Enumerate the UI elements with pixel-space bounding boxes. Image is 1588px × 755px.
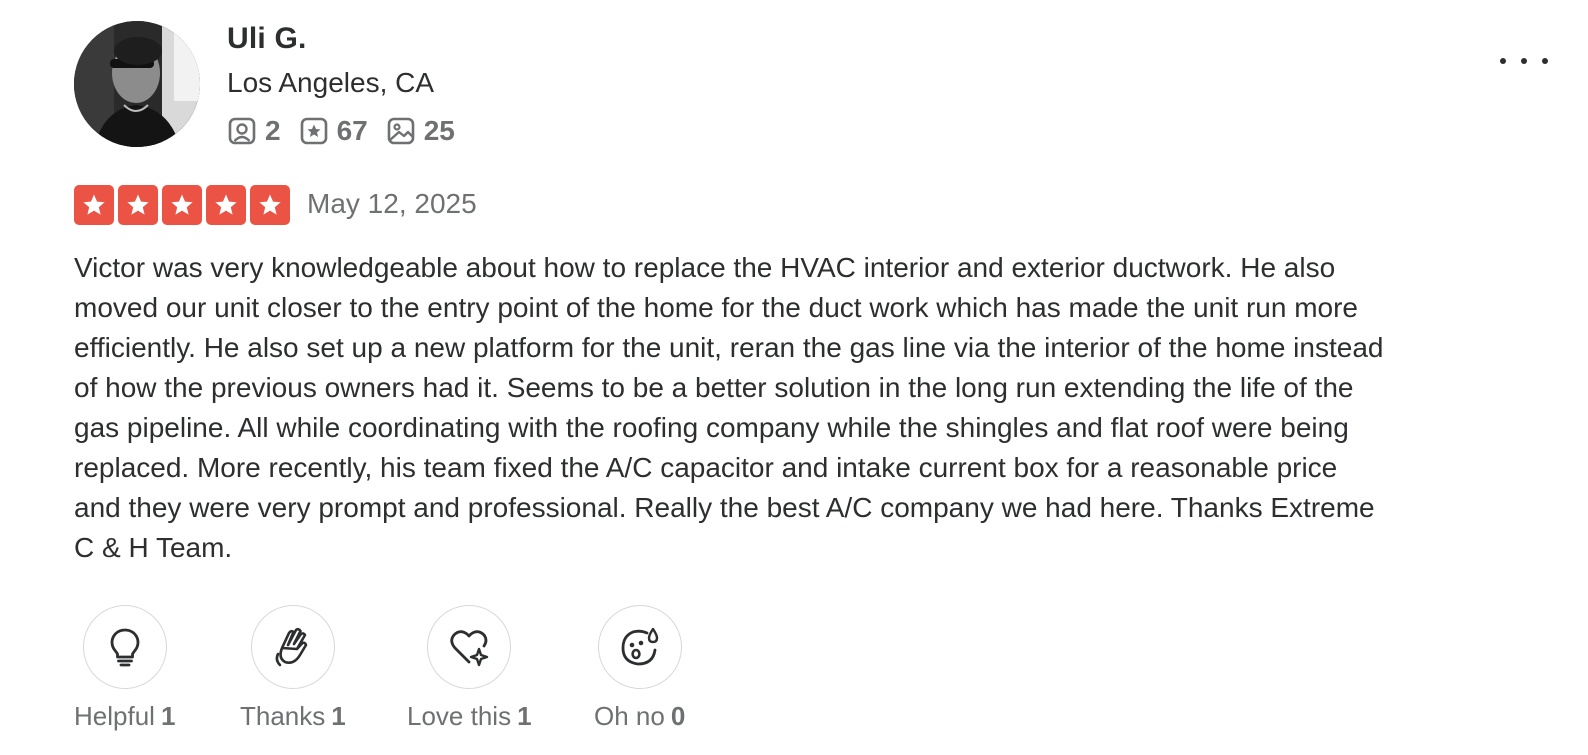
helpful-label: Helpful 1 [74, 701, 176, 731]
review-date: May 12, 2025 [307, 188, 477, 219]
lightbulb-icon [110, 628, 140, 667]
star-icon [215, 194, 237, 215]
photos-count: 25 [423, 115, 455, 146]
thanks-count: 1 [331, 701, 346, 731]
more-options-button[interactable] [1500, 50, 1548, 72]
oh-no-button[interactable] [597, 605, 682, 689]
rating-star [206, 185, 246, 225]
friends-count: 2 [265, 115, 281, 146]
star-icon [83, 194, 105, 215]
reviews-count: 67 [336, 115, 368, 146]
star-icon [259, 194, 281, 215]
user-stats: 2 67 25 [227, 114, 473, 148]
clapping-hands-icon [275, 627, 308, 667]
user-name[interactable]: Uli G. [227, 22, 307, 56]
star-icon [127, 194, 149, 215]
heart-sparkle-icon [450, 630, 489, 667]
oh-no-count: 0 [670, 701, 686, 731]
love-this-reaction: Love this 1 [407, 605, 532, 732]
rating-star [250, 185, 290, 225]
oh-no-label: Oh no 0 [594, 701, 686, 731]
friends-icon [228, 117, 256, 145]
photos-stat: 25 [386, 115, 455, 147]
review-text: Victor was very knowledgeable about how … [74, 252, 1384, 563]
star-rating [74, 185, 294, 225]
review-star-icon [300, 117, 327, 145]
more-dot-icon [1500, 58, 1506, 64]
rating-star [118, 185, 158, 225]
reviews-stat: 67 [299, 115, 368, 147]
thanks-label: Thanks 1 [240, 701, 346, 731]
helpful-count: 1 [160, 701, 176, 731]
surprised-face-icon [621, 627, 658, 666]
star-icon [171, 194, 193, 215]
more-dot-icon [1542, 58, 1548, 64]
photo-icon [387, 117, 415, 145]
love-this-count: 1 [517, 701, 532, 731]
oh-no-reaction: Oh no 0 [594, 605, 685, 732]
user-location: Los Angeles, CA [227, 67, 435, 98]
thanks-button[interactable] [250, 605, 335, 689]
friends-stat: 2 [227, 115, 281, 147]
avatar[interactable] [74, 21, 200, 147]
helpful-button[interactable] [82, 605, 167, 689]
love-this-button[interactable] [427, 605, 512, 689]
rating-star [74, 185, 114, 225]
love-this-label: Love this 1 [407, 701, 532, 731]
rating-star [162, 185, 202, 225]
more-dot-icon [1521, 58, 1527, 64]
helpful-reaction: Helpful 1 [74, 605, 175, 732]
thanks-reaction: Thanks 1 [240, 605, 346, 732]
